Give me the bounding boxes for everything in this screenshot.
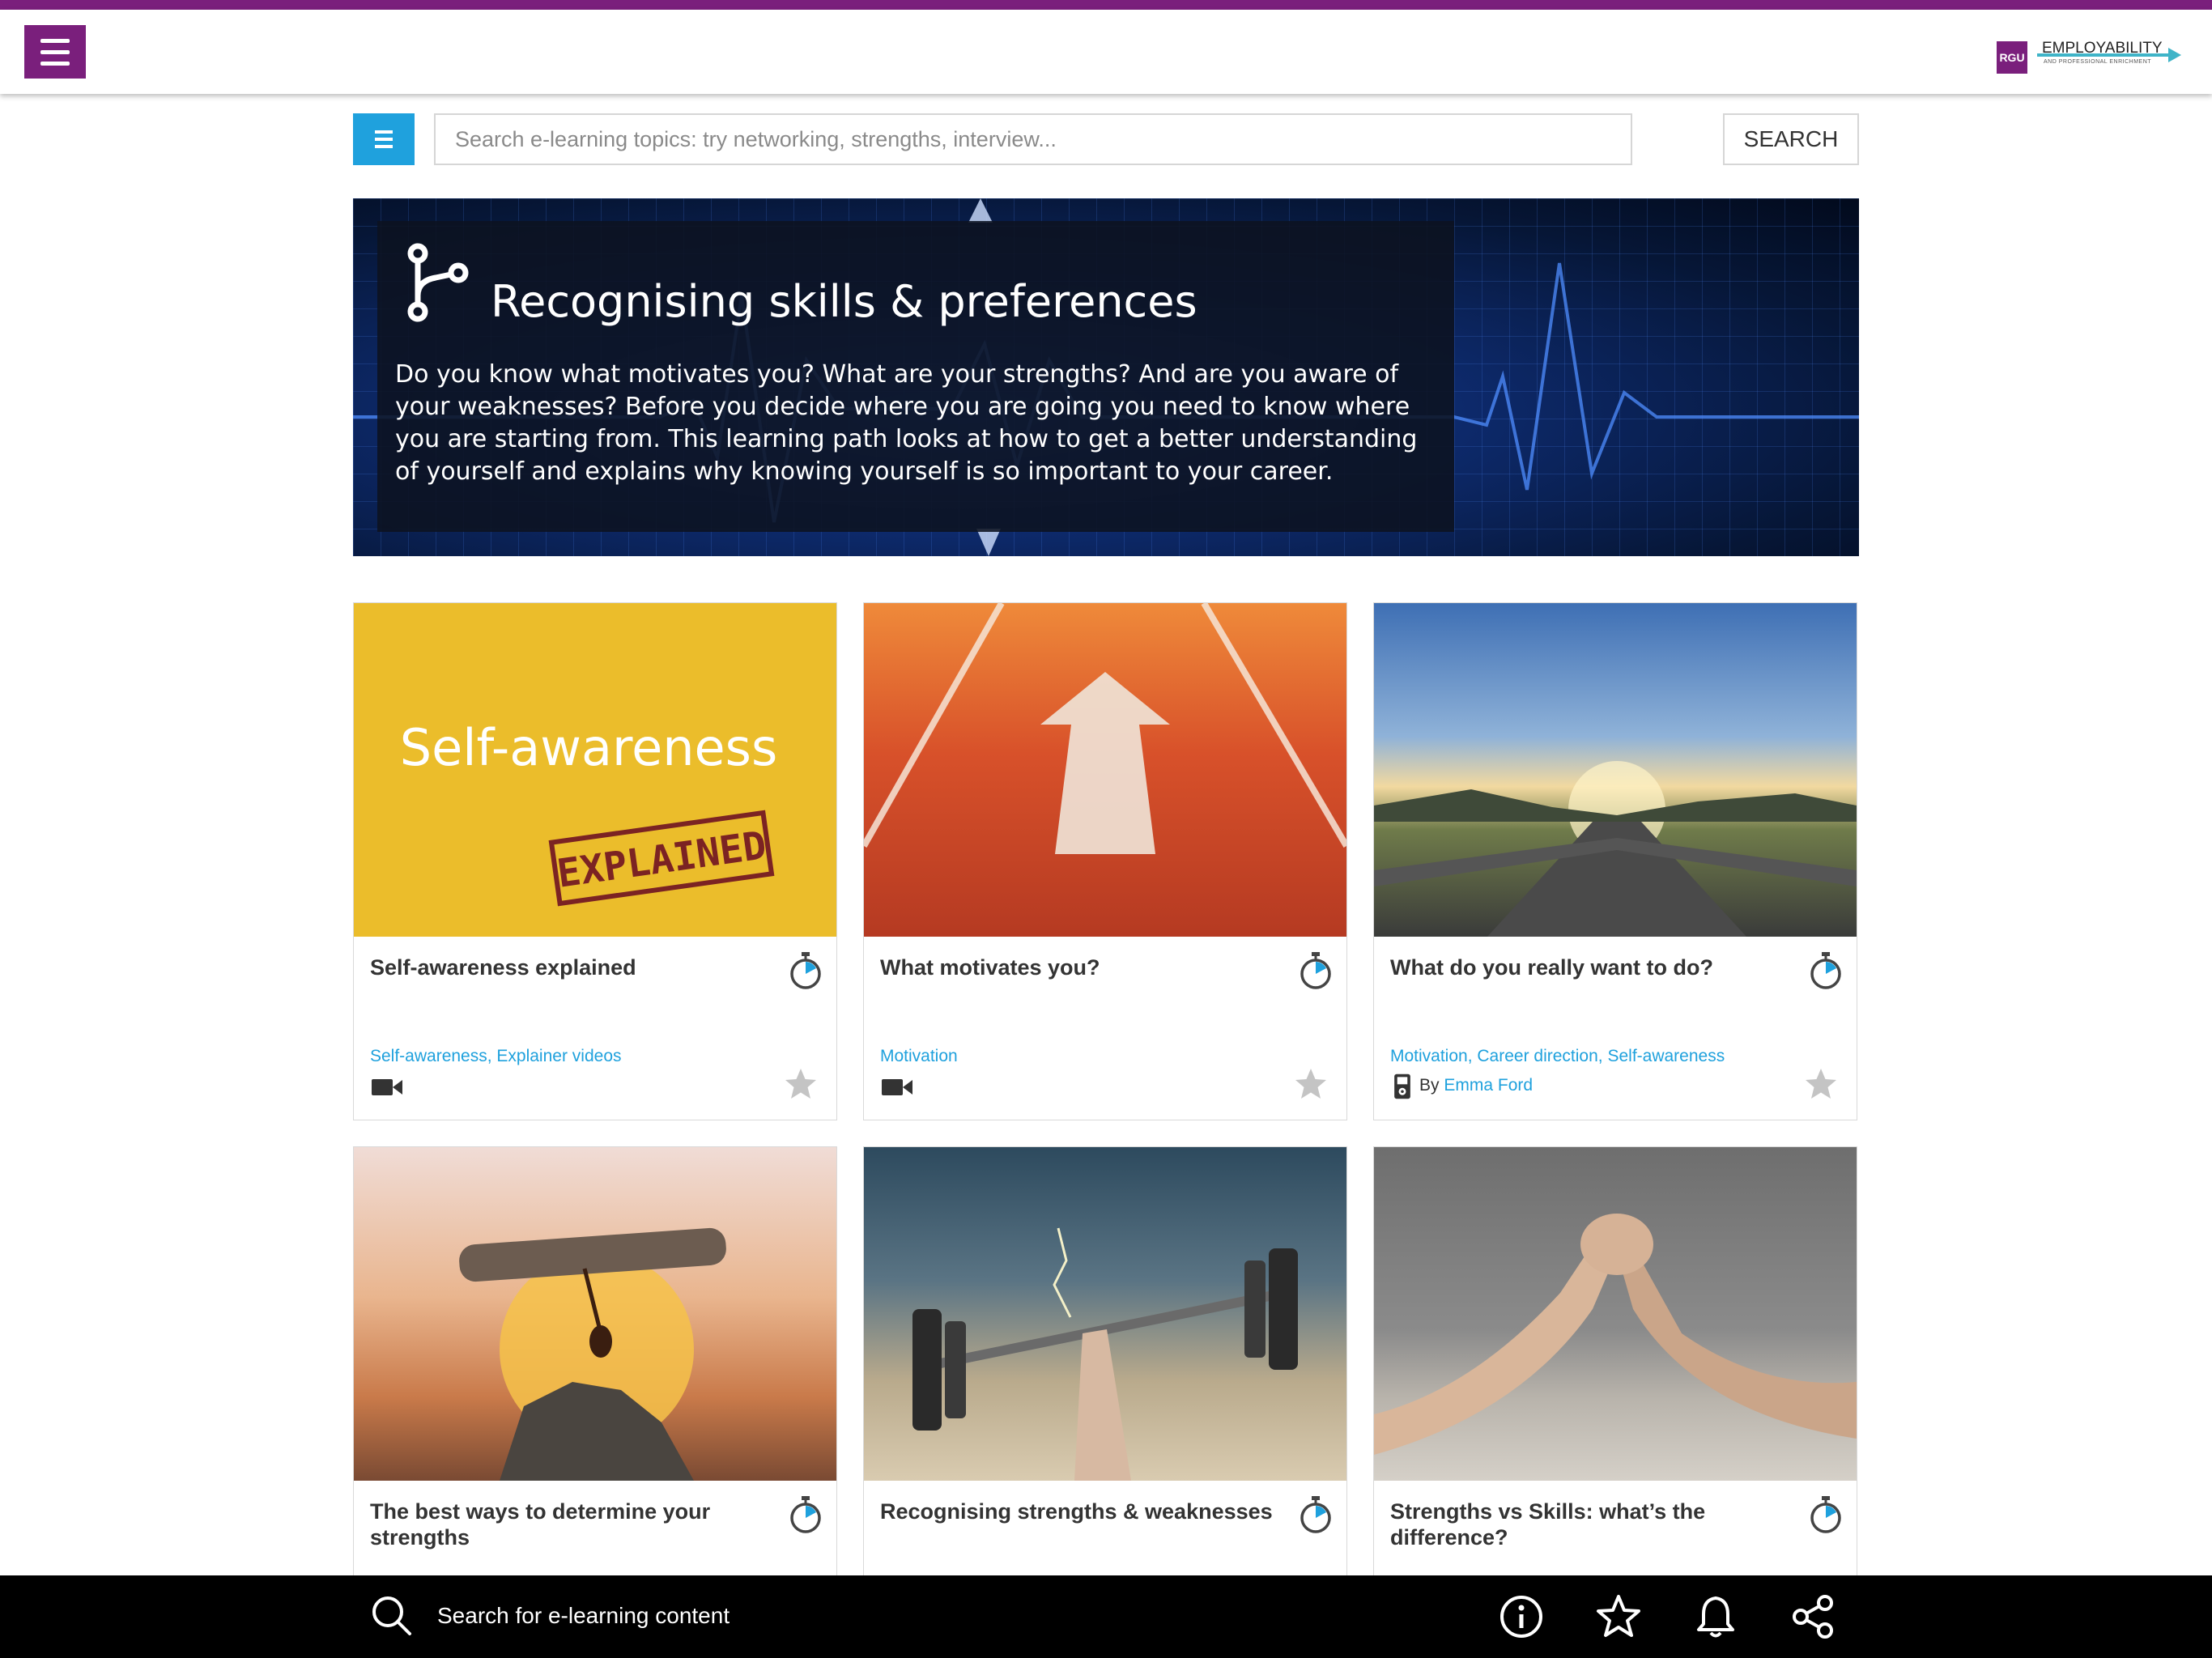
card-thumbnail	[864, 1147, 1346, 1481]
card-thumbnail	[1374, 603, 1857, 937]
banner-text-panel: Recognising skills & preferences Do you …	[377, 221, 1454, 532]
bell-icon[interactable]	[1692, 1593, 1739, 1640]
card-title[interactable]: The best ways to determine your strength…	[370, 1499, 767, 1550]
card-title[interactable]: What do you really want to do?	[1390, 954, 1787, 980]
learning-path-icon	[407, 243, 469, 322]
card-thumbnail	[1374, 1147, 1857, 1481]
content-card[interactable]: Recognising strengths & weaknesses	[863, 1146, 1347, 1584]
bottom-toolbar: Search for e-learning content	[0, 1575, 2212, 1658]
star-icon[interactable]	[1595, 1593, 1642, 1640]
author-link[interactable]: Emma Ford	[1444, 1076, 1533, 1095]
search-bar: SEARCH	[353, 113, 1859, 165]
stopwatch-icon	[790, 952, 821, 989]
learning-path-description: Do you know what motivates you? What are…	[395, 360, 1418, 486]
hamburger-icon	[40, 38, 70, 43]
stopwatch-icon	[790, 1496, 821, 1533]
stopwatch-icon	[1810, 1496, 1841, 1533]
card-thumbnail: Self-awareness EXPLAINED	[354, 603, 836, 937]
card-tags: Motivation	[880, 1047, 958, 1066]
learning-path-title: Recognising skills & preferences	[491, 276, 1197, 327]
share-icon[interactable]	[1789, 1593, 1836, 1640]
card-thumbnail	[864, 603, 1346, 937]
learning-path-banner: Recognising skills & preferences Do you …	[353, 198, 1859, 556]
content-card[interactable]: What motivates you? Motivation	[863, 602, 1347, 1120]
employability-logo[interactable]: RGU EMPLOYABILITY AND PROFESSIONAL ENRIC…	[1997, 32, 2183, 75]
stopwatch-icon	[1300, 1496, 1331, 1533]
tag-link[interactable]: Explainer videos	[496, 1047, 621, 1065]
search-button[interactable]: SEARCH	[1723, 113, 1859, 165]
content-card[interactable]: Self-awareness EXPLAINED Self-awareness …	[353, 602, 837, 1120]
author-prefix: By	[1419, 1076, 1440, 1095]
card-thumbnail	[354, 1147, 836, 1481]
card-author: By Emma Ford	[1419, 1076, 1533, 1095]
logo-title: EMPLOYABILITY	[2042, 40, 2163, 57]
logo-subtitle: AND PROFESSIONAL ENRICHMENT	[2044, 59, 2152, 65]
video-icon	[372, 1079, 402, 1095]
tag-link[interactable]: Self-awareness	[370, 1047, 487, 1065]
list-icon	[375, 130, 393, 134]
main-menu-button[interactable]	[24, 25, 86, 79]
card-tags: Motivation, Career direction, Self-aware…	[1390, 1047, 1725, 1065]
content-card[interactable]: Strengths vs Skills: what’s the differen…	[1373, 1146, 1857, 1584]
tag-link[interactable]: Motivation	[880, 1047, 958, 1065]
top-accent-strip	[0, 0, 2212, 10]
star-icon[interactable]	[1293, 1066, 1329, 1102]
card-tags: Self-awareness, Explainer videos	[370, 1047, 622, 1065]
logo-mark: RGU	[1997, 41, 2027, 74]
logo-arrow-icon	[2168, 48, 2181, 62]
stopwatch-icon	[1300, 952, 1331, 989]
bottom-search-label[interactable]: Search for e-learning content	[437, 1603, 730, 1629]
tag-link[interactable]: Career direction	[1477, 1047, 1597, 1065]
tag-link[interactable]: Self-awareness	[1607, 1047, 1725, 1065]
star-icon[interactable]	[783, 1066, 819, 1102]
card-title[interactable]: Strengths vs Skills: what’s the differen…	[1390, 1499, 1787, 1550]
audio-player-icon	[1394, 1073, 1410, 1099]
card-title[interactable]: What motivates you?	[880, 954, 1277, 980]
card-title[interactable]: Self-awareness explained	[370, 954, 767, 980]
card-title[interactable]: Recognising strengths & weaknesses	[880, 1499, 1277, 1524]
app-header: RGU EMPLOYABILITY AND PROFESSIONAL ENRIC…	[0, 10, 2212, 94]
tag-link[interactable]: Motivation	[1390, 1047, 1468, 1065]
stopwatch-icon	[1810, 952, 1841, 989]
content-card[interactable]: The best ways to determine your strength…	[353, 1146, 837, 1584]
star-icon[interactable]	[1803, 1066, 1839, 1102]
topic-list-button[interactable]	[353, 113, 415, 165]
content-card[interactable]: What do you really want to do? Motivatio…	[1373, 602, 1857, 1120]
search-input[interactable]	[434, 113, 1632, 165]
search-icon[interactable]	[369, 1593, 415, 1639]
info-icon[interactable]	[1498, 1593, 1545, 1640]
video-icon	[882, 1079, 912, 1095]
thumbnail-main-text: Self-awareness	[400, 718, 778, 777]
thumbnail-stamp-text: EXPLAINED	[555, 823, 769, 897]
